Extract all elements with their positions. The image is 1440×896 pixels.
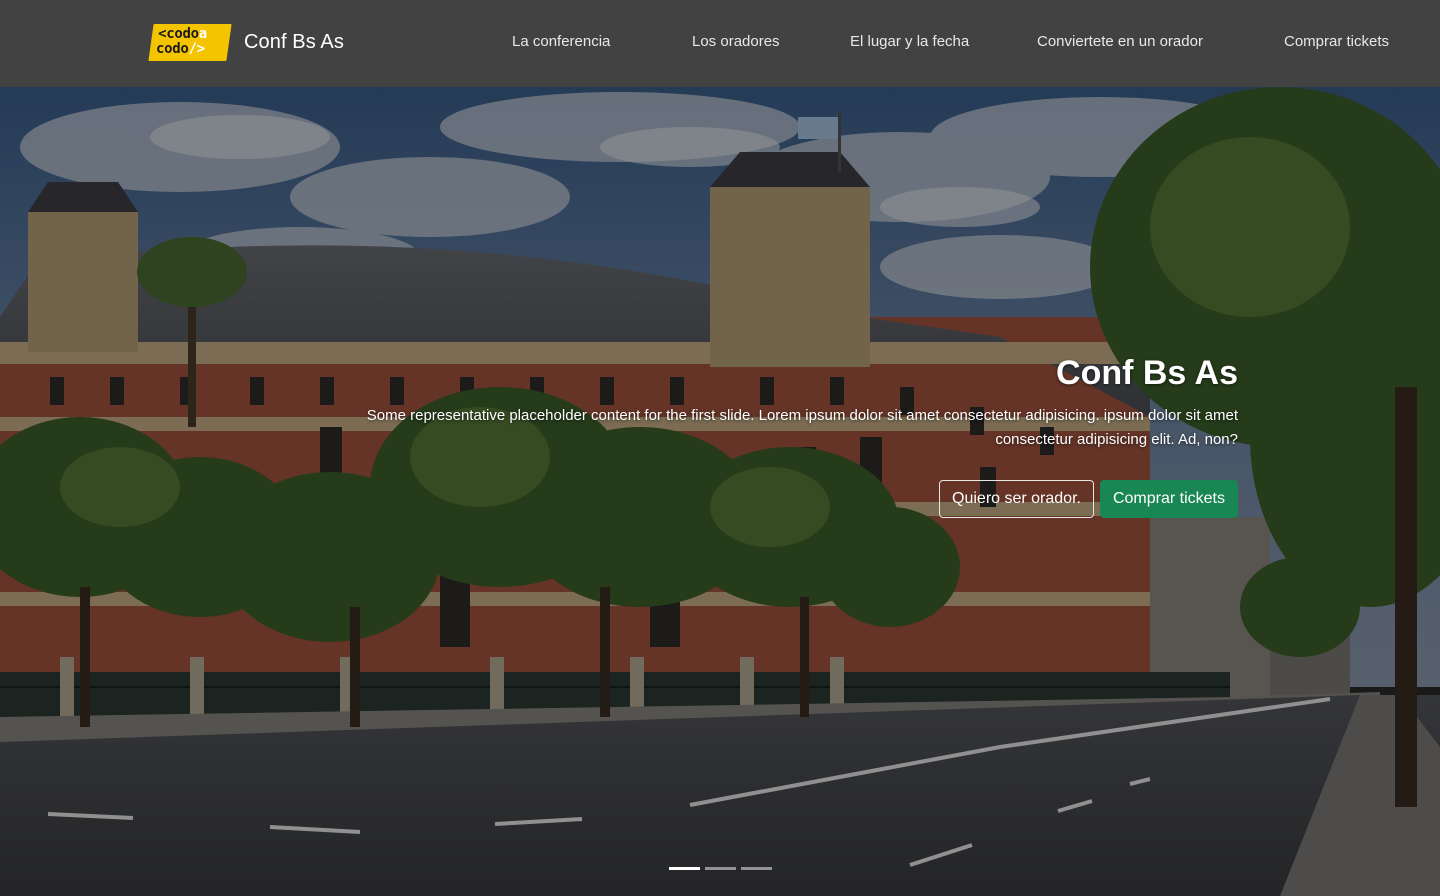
carousel-indicators xyxy=(669,867,772,870)
nav-link-los-oradores[interactable]: Los oradores xyxy=(692,33,780,50)
nav-link-la-conferencia[interactable]: La conferencia xyxy=(512,33,610,50)
brand[interactable]: <codoa codo/> Conf Bs As xyxy=(148,24,344,61)
hero-buttons: Quiero ser orador. Comprar tickets xyxy=(338,480,1238,518)
logo-text-line1-accent: a xyxy=(198,26,207,42)
speaker-button[interactable]: Quiero ser orador. xyxy=(939,480,1094,518)
carousel-indicator-1[interactable] xyxy=(669,867,700,870)
logo-text-line2-accent: /> xyxy=(188,41,205,57)
buy-tickets-button[interactable]: Comprar tickets xyxy=(1099,480,1238,518)
hero-title: Conf Bs As xyxy=(1056,354,1238,392)
logo-text-line1: <codo xyxy=(158,26,199,42)
nav-link-el-lugar-y-la-fecha[interactable]: El lugar y la fecha xyxy=(850,33,969,50)
navbar: <codoa codo/> Conf Bs As La conferencia … xyxy=(0,0,1440,87)
carousel-caption: Conf Bs As Some representative placehold… xyxy=(338,352,1238,518)
nav-link-comprar-tickets[interactable]: Comprar tickets xyxy=(1284,33,1389,50)
brand-name[interactable]: Conf Bs As xyxy=(244,31,344,54)
logo-text-line2: codo xyxy=(156,41,189,57)
hero-carousel: Conf Bs As Some representative placehold… xyxy=(0,87,1440,896)
carousel-indicator-3[interactable] xyxy=(741,867,772,870)
nav-link-conviertete-en-orador[interactable]: Conviertete en un orador xyxy=(1037,33,1203,50)
carousel-indicator-2[interactable] xyxy=(705,867,736,870)
codo-a-codo-logo: <codoa codo/> xyxy=(148,24,232,61)
hero-description: Some representative placeholder content … xyxy=(366,407,1238,448)
